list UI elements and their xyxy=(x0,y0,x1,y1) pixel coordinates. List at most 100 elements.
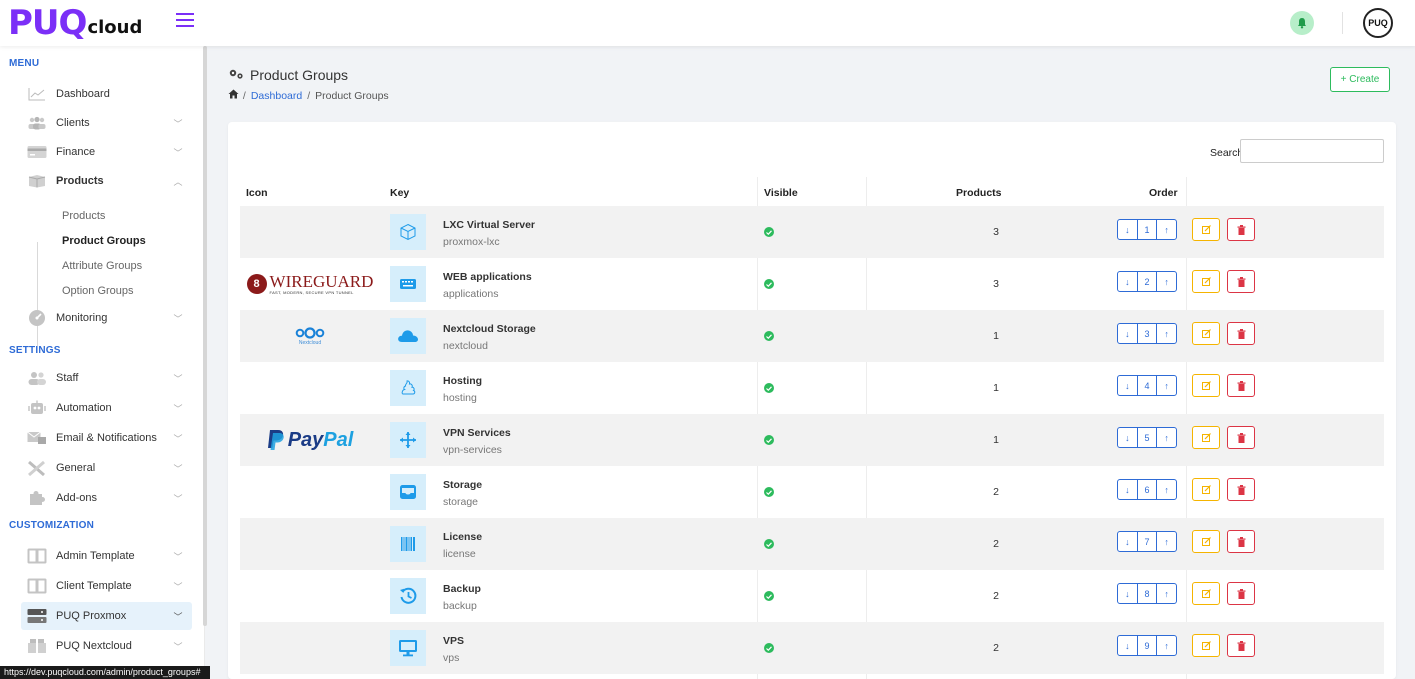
brand-logo[interactable]: PUQ cloud xyxy=(8,6,142,40)
submenu-item-attribute-groups[interactable]: Attribute Groups xyxy=(62,260,142,272)
sidebar-item-client-template[interactable]: Client Template ﹀ xyxy=(21,572,192,600)
edit-button[interactable] xyxy=(1192,478,1220,501)
edit-icon xyxy=(1201,225,1211,234)
move-down-button[interactable]: ↓ xyxy=(1118,480,1138,499)
breadcrumb-link-dashboard[interactable]: Dashboard xyxy=(251,90,302,102)
trash-icon xyxy=(1237,432,1245,443)
column-header-icon: Icon xyxy=(246,187,268,199)
move-down-button[interactable]: ↓ xyxy=(1118,532,1138,551)
wireguard-logo: 8 WIREGUARD FAST, MODERN, SECURE VPN TUN… xyxy=(240,258,380,310)
edit-button[interactable] xyxy=(1192,322,1220,345)
order-value: 6 xyxy=(1138,480,1158,499)
bell-icon xyxy=(1298,18,1306,29)
delete-button[interactable] xyxy=(1227,478,1255,501)
sidebar-item-addons[interactable]: Add-ons ﹀ xyxy=(21,484,192,512)
delete-button[interactable] xyxy=(1227,426,1255,449)
edit-button[interactable] xyxy=(1192,530,1220,553)
home-icon[interactable] xyxy=(228,89,239,102)
sidebar-item-label: PUQ Proxmox xyxy=(56,610,127,622)
sidebar-item-label: Add-ons xyxy=(56,492,97,504)
sidebar-item-puq-proxmox[interactable]: PUQ Proxmox ﹀ xyxy=(21,602,192,630)
create-button[interactable]: + Create xyxy=(1330,67,1390,92)
sidebar-item-automation[interactable]: Automation ﹀ xyxy=(21,394,192,422)
products-count: 2 xyxy=(993,486,999,498)
move-down-button[interactable]: ↓ xyxy=(1118,220,1138,239)
sidebar-item-finance[interactable]: Finance ﹀ xyxy=(21,138,192,166)
group-icon-cell xyxy=(240,362,380,414)
visible-check-icon xyxy=(764,591,774,601)
sidebar-item-products[interactable]: Products ︿ xyxy=(21,167,192,195)
move-up-button[interactable]: ↑ xyxy=(1157,324,1176,343)
edit-button[interactable] xyxy=(1192,426,1220,449)
group-key: applications xyxy=(443,288,499,300)
sidebar-item-general[interactable]: General ﹀ xyxy=(21,454,192,482)
move-up-button[interactable]: ↑ xyxy=(1157,376,1176,395)
move-down-button[interactable]: ↓ xyxy=(1118,636,1138,655)
delete-button[interactable] xyxy=(1227,530,1255,553)
breadcrumb: / Dashboard / Product Groups xyxy=(228,89,389,102)
group-name: License xyxy=(443,531,483,543)
edit-button[interactable] xyxy=(1192,582,1220,605)
order-value: 7 xyxy=(1138,532,1158,551)
gears-icon xyxy=(228,67,244,83)
move-up-button[interactable]: ↑ xyxy=(1157,532,1176,551)
trash-icon xyxy=(1237,588,1245,599)
sidebar-item-label: Finance xyxy=(56,146,96,158)
move-up-button[interactable]: ↑ xyxy=(1157,480,1176,499)
search-label: Search xyxy=(1210,147,1244,159)
sidebar-item-email-notifications[interactable]: Email & Notifications ﹀ xyxy=(21,424,192,452)
delete-button[interactable] xyxy=(1227,218,1255,241)
move-up-button[interactable]: ↑ xyxy=(1157,584,1176,603)
delete-button[interactable] xyxy=(1227,270,1255,293)
group-name: Hosting xyxy=(443,375,483,387)
order-value: 8 xyxy=(1138,584,1158,603)
move-down-button[interactable]: ↓ xyxy=(1118,272,1138,291)
submenu-item-option-groups[interactable]: Option Groups xyxy=(62,285,134,297)
group-icon-cell xyxy=(240,206,380,258)
edit-button[interactable] xyxy=(1192,374,1220,397)
visible-check-icon xyxy=(764,383,774,393)
move-down-button[interactable]: ↓ xyxy=(1118,428,1138,447)
delete-button[interactable] xyxy=(1227,322,1255,345)
submenu-item-products[interactable]: Products xyxy=(62,210,105,222)
trash-icon xyxy=(1237,640,1245,651)
group-name: WEB applications xyxy=(443,271,532,283)
move-up-button[interactable]: ↑ xyxy=(1157,428,1176,447)
sidebar-item-staff[interactable]: Staff ﹀ xyxy=(21,364,192,392)
products-count: 1 xyxy=(993,434,999,446)
user-avatar[interactable]: PUQ xyxy=(1363,8,1393,38)
table-row: Backup backup 2 ↓ 8 ↑ xyxy=(240,570,1384,622)
move-down-button[interactable]: ↓ xyxy=(1118,376,1138,395)
move-down-button[interactable]: ↓ xyxy=(1118,584,1138,603)
sidebar-item-admin-template[interactable]: Admin Template ﹀ xyxy=(21,542,192,570)
products-count: 1 xyxy=(993,382,999,394)
order-control: ↓ 3 ↑ xyxy=(1117,323,1177,344)
products-count: 3 xyxy=(993,278,999,290)
sidebar-item-clients[interactable]: Clients ﹀ xyxy=(21,109,192,137)
nextcloud-logo: Nextcloud xyxy=(240,310,380,362)
gauge-icon xyxy=(26,309,48,327)
delete-button[interactable] xyxy=(1227,634,1255,657)
edit-button[interactable] xyxy=(1192,218,1220,241)
move-up-button[interactable]: ↑ xyxy=(1157,272,1176,291)
sidebar-item-monitoring[interactable]: Monitoring ﹀ xyxy=(21,304,192,332)
notifications-button[interactable] xyxy=(1290,11,1314,35)
move-up-button[interactable]: ↑ xyxy=(1157,636,1176,655)
search-input[interactable] xyxy=(1240,139,1384,163)
menu-toggle-icon[interactable] xyxy=(176,13,194,27)
table-row: License license 2 ↓ 7 ↑ xyxy=(240,518,1384,570)
move-up-button[interactable]: ↑ xyxy=(1157,220,1176,239)
submenu-item-product-groups[interactable]: Product Groups xyxy=(62,235,146,247)
delete-button[interactable] xyxy=(1227,582,1255,605)
edit-button[interactable] xyxy=(1192,270,1220,293)
delete-button[interactable] xyxy=(1227,374,1255,397)
sidebar-item-puq-nextcloud[interactable]: PUQ Nextcloud ﹀ xyxy=(21,632,192,660)
move-down-button[interactable]: ↓ xyxy=(1118,324,1138,343)
sidebar-item-dashboard[interactable]: Dashboard xyxy=(21,80,192,108)
column-header-order: Order xyxy=(1149,187,1178,199)
products-count: 2 xyxy=(993,642,999,654)
sidebar-scrollbar[interactable] xyxy=(203,46,207,626)
group-icon-cell xyxy=(240,622,380,674)
edit-button[interactable] xyxy=(1192,634,1220,657)
cube-icon xyxy=(390,214,426,250)
